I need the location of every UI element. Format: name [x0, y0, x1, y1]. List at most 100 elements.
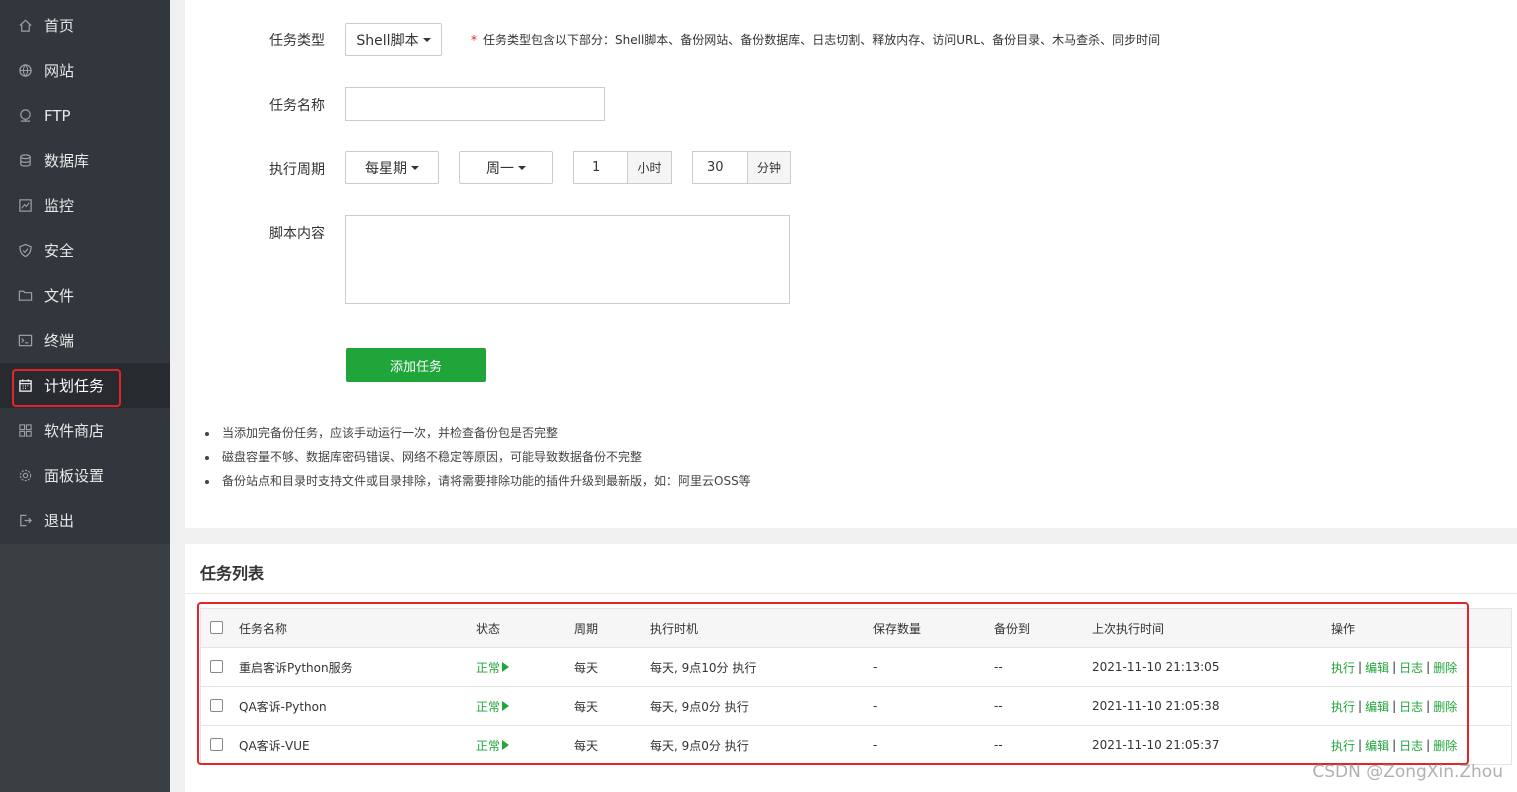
sidebar-item-label: 终端 [44, 332, 75, 350]
sidebar-item-app-store[interactable]: 软件商店 [0, 408, 170, 453]
row-checkbox[interactable] [210, 660, 223, 673]
minute-input[interactable] [692, 151, 748, 184]
monitor-icon [17, 198, 33, 214]
column-header: 备份到 [994, 621, 1031, 636]
logout-icon [17, 513, 33, 529]
sidebar-item-security[interactable]: 安全 [0, 228, 170, 273]
column-header: 保存数量 [873, 621, 922, 636]
row-actions: 执行 | 编辑 | 日志 | 删除 [1331, 659, 1458, 676]
column-header: 状态 [476, 621, 501, 636]
run-link[interactable]: 执行 [1331, 659, 1355, 676]
run-link[interactable]: 执行 [1331, 698, 1355, 715]
period-type-dropdown[interactable]: 每星期 [345, 151, 439, 184]
add-task-form: 任务类型 Shell脚本 * 任务类型包含以下部分：Shell脚本、备份网站、备份… [185, 0, 1517, 528]
watermark: CSDN @ZongXin.Zhou [1312, 762, 1503, 782]
select-all-checkbox[interactable] [210, 621, 223, 634]
row-checkbox[interactable] [210, 738, 223, 751]
sidebar-item-database[interactable]: 数据库 [0, 138, 170, 183]
hour-input[interactable] [573, 151, 628, 184]
status-cell[interactable]: 正常 [476, 687, 510, 725]
task-type-label: 任务类型 [269, 33, 325, 49]
edit-link[interactable]: 编辑 [1365, 698, 1389, 715]
period: 每天 [574, 660, 599, 675]
delete-link[interactable]: 删除 [1433, 659, 1457, 676]
task-name: QA客诉-VUE [239, 738, 310, 753]
task-name: QA客诉-Python [239, 699, 327, 714]
sidebar-item-label: 文件 [44, 287, 75, 305]
edit-link[interactable]: 编辑 [1365, 659, 1389, 676]
divider [185, 593, 1517, 594]
play-icon [502, 740, 510, 750]
period-day-value: 周一 [486, 160, 514, 177]
task-type-hint-text: 任务类型包含以下部分：Shell脚本、备份网站、备份数据库、日志切割、释放内存、… [483, 33, 1161, 47]
delete-link[interactable]: 删除 [1433, 737, 1457, 754]
tips-list: 当添加完备份任务，应该手动运行一次，并检查备份包是否完整 磁盘容量不够、数据库密… [205, 425, 751, 497]
play-icon [502, 662, 510, 672]
task-name-input[interactable] [345, 87, 605, 121]
log-link[interactable]: 日志 [1399, 698, 1423, 715]
sidebar-item-website[interactable]: 网站 [0, 48, 170, 93]
globe-icon [17, 63, 33, 79]
sidebar-item-label: 面板设置 [44, 467, 105, 485]
table-row: QA客诉-Python 正常 每天 每天, 9点0分 执行 - -- 2021-… [200, 687, 1512, 726]
home-icon [17, 18, 33, 34]
timing: 每天, 9点0分 执行 [650, 738, 749, 753]
edit-link[interactable]: 编辑 [1365, 737, 1389, 754]
sidebar-item-files[interactable]: 文件 [0, 273, 170, 318]
required-star: * [471, 33, 477, 47]
task-name: 重启客诉Python服务 [239, 660, 353, 675]
table-row: 重启客诉Python服务 正常 每天 每天, 9点10分 执行 - -- 202… [200, 648, 1512, 687]
caret-down-icon [411, 165, 419, 170]
sidebar-item-terminal[interactable]: 终端 [0, 318, 170, 363]
caret-down-icon [422, 37, 431, 42]
sidebar-item-label: 数据库 [44, 152, 90, 170]
task-list-panel: 任务列表 任务名称 状态 周期 执行时机 保存数量 备份到 上次执行时间 操作 … [185, 544, 1517, 792]
tip-item: 当添加完备份任务，应该手动运行一次，并检查备份包是否完整 [205, 425, 751, 449]
sidebar-item-cron[interactable]: 计划任务 [0, 363, 170, 408]
row-actions: 执行 | 编辑 | 日志 | 删除 [1331, 698, 1458, 715]
play-icon [502, 701, 510, 711]
sidebar: 首页 网站 FTP 数据库 监控 安全 文件 终端 计划任务 软件商店 面板设置… [0, 0, 170, 792]
keep-count: - [873, 738, 878, 752]
script-label: 脚本内容 [269, 226, 325, 242]
row-checkbox[interactable] [210, 699, 223, 712]
sidebar-menu: 首页 网站 FTP 数据库 监控 安全 文件 终端 计划任务 软件商店 面板设置… [0, 0, 170, 544]
sidebar-item-ftp[interactable]: FTP [0, 93, 170, 138]
period: 每天 [574, 738, 599, 753]
sidebar-item-home[interactable]: 首页 [0, 3, 170, 48]
sidebar-item-label: 首页 [44, 17, 75, 35]
task-name-label: 任务名称 [269, 98, 325, 114]
column-header: 上次执行时间 [1092, 621, 1165, 636]
log-link[interactable]: 日志 [1399, 737, 1423, 754]
timing: 每天, 9点0分 执行 [650, 699, 749, 714]
sidebar-item-label: 计划任务 [44, 377, 105, 395]
period-label: 执行周期 [269, 162, 325, 178]
sidebar-item-logout[interactable]: 退出 [0, 498, 170, 543]
task-type-dropdown[interactable]: Shell脚本 [345, 23, 442, 56]
column-header: 任务名称 [239, 621, 288, 636]
sidebar-item-label: FTP [44, 106, 71, 125]
sidebar-item-label: 安全 [44, 242, 75, 260]
terminal-icon [17, 333, 33, 349]
last-run: 2021-11-10 21:05:37 [1092, 738, 1220, 752]
sidebar-item-settings[interactable]: 面板设置 [0, 453, 170, 498]
task-type-hint: * 任务类型包含以下部分：Shell脚本、备份网站、备份数据库、日志切割、释放内存… [471, 31, 1160, 48]
gear-icon [17, 468, 33, 484]
period-day-dropdown[interactable]: 周一 [459, 151, 553, 184]
delete-link[interactable]: 删除 [1433, 698, 1457, 715]
calendar-icon [17, 378, 33, 394]
table-header: 任务名称 状态 周期 执行时机 保存数量 备份到 上次执行时间 操作 [200, 608, 1512, 648]
run-link[interactable]: 执行 [1331, 737, 1355, 754]
sidebar-item-label: 退出 [44, 512, 75, 530]
status-cell[interactable]: 正常 [476, 648, 510, 686]
sidebar-item-monitor[interactable]: 监控 [0, 183, 170, 228]
script-textarea[interactable] [345, 215, 790, 304]
period: 每天 [574, 699, 599, 714]
tip-item: 备份站点和目录时支持文件或目录排除，请将需要排除功能的插件升级到最新版，如：阿里… [205, 473, 751, 497]
minute-unit: 分钟 [747, 151, 791, 184]
table-row: QA客诉-VUE 正常 每天 每天, 9点0分 执行 - -- 2021-11-… [200, 726, 1512, 765]
last-run: 2021-11-10 21:05:38 [1092, 699, 1220, 713]
add-task-button[interactable]: 添加任务 [346, 348, 486, 382]
status-cell[interactable]: 正常 [476, 726, 510, 764]
log-link[interactable]: 日志 [1399, 659, 1423, 676]
